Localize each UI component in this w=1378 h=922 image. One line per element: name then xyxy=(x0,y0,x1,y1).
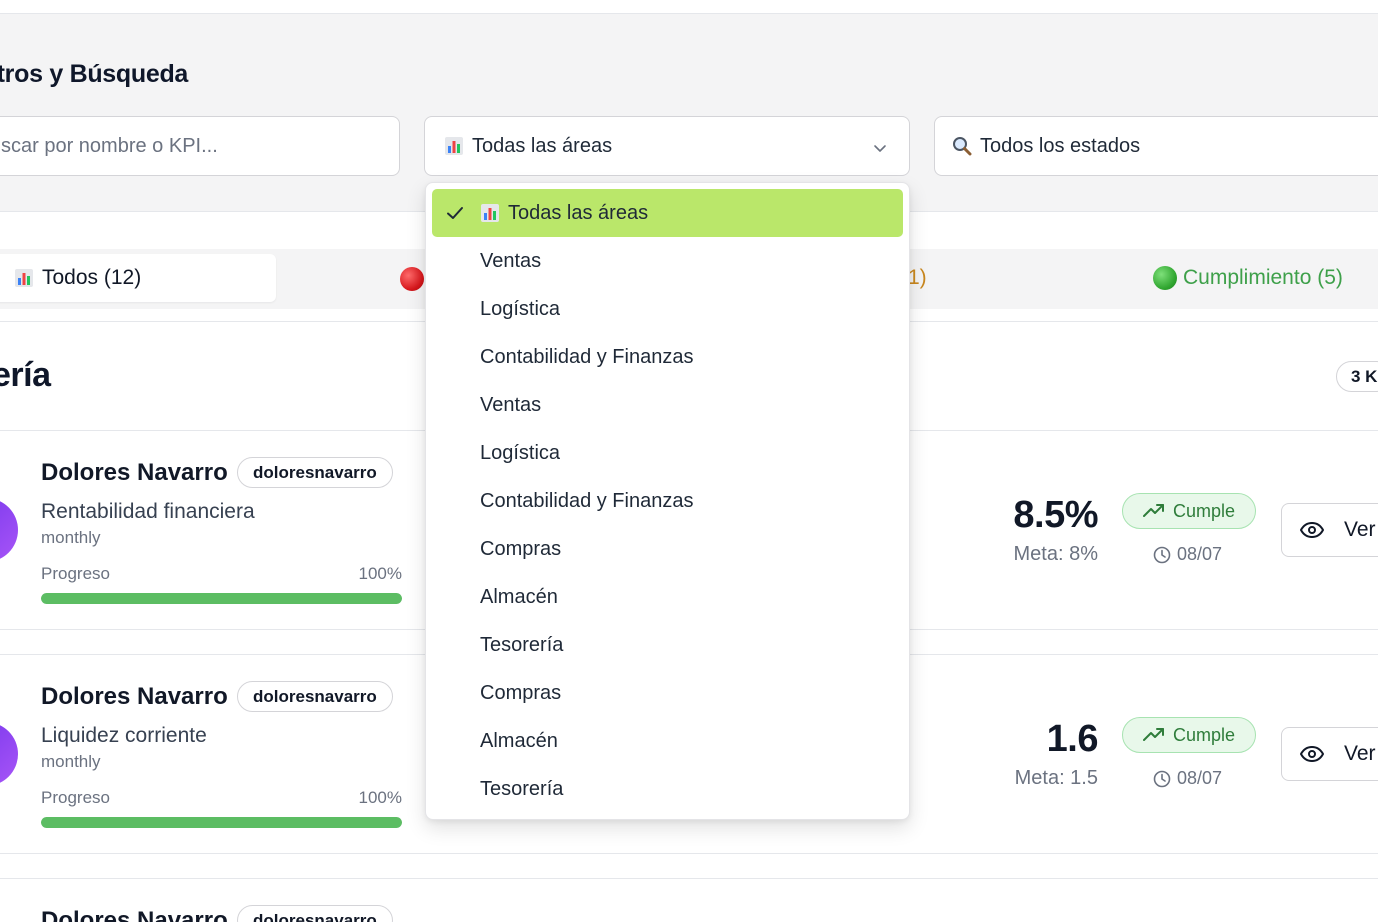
area-option[interactable]: Contabilidad y Finanzas xyxy=(432,333,903,381)
username-badge: doloresnavarro xyxy=(237,905,393,922)
area-option[interactable]: Todas las áreas xyxy=(432,189,903,237)
kpi-frequency: monthly xyxy=(41,752,101,771)
area-option[interactable]: Logística xyxy=(432,429,903,477)
area-option-label: Almacén xyxy=(480,585,558,608)
check-icon xyxy=(447,207,463,219)
progress-label: Progreso xyxy=(41,788,110,807)
status-badge: Cumple xyxy=(1122,493,1257,529)
area-option-label: Tesorería xyxy=(480,633,564,656)
view-button[interactable]: Ver xyxy=(1281,727,1378,781)
kpi-date: 08/07 xyxy=(1153,544,1222,565)
area-option[interactable]: Tesorería xyxy=(432,621,903,669)
search-placeholder: scar por nombre o KPI... xyxy=(1,134,218,157)
progress-label: Progreso xyxy=(41,564,110,583)
kpi-count-badge: 3 K xyxy=(1336,361,1378,392)
area-option-label: Contabilidad y Finanzas xyxy=(480,345,694,368)
progress-bar xyxy=(41,593,402,604)
status-select-value: Todos los estados xyxy=(980,134,1141,157)
green-circle-icon xyxy=(1153,266,1177,290)
area-option-label: Tesorería xyxy=(480,777,564,800)
area-option-label: Logística xyxy=(480,297,561,320)
magnifier-icon xyxy=(953,137,972,156)
bar-chart-icon xyxy=(15,269,33,287)
kpi-date-value: 08/07 xyxy=(1177,768,1223,788)
person-name: Dolores Navarro xyxy=(41,907,228,922)
area-option-label: Compras xyxy=(480,681,562,704)
kpi-meta: Meta: 1.5 xyxy=(1014,767,1098,789)
status-label: Cumple xyxy=(1173,500,1236,521)
area-option-label: Ventas xyxy=(480,393,542,416)
search-input[interactable]: scar por nombre o KPI... xyxy=(0,116,400,176)
tab-cumplimiento[interactable]: Cumplimiento (5) xyxy=(1153,266,1343,290)
username-badge: doloresnavarro xyxy=(237,457,393,488)
chevron-down-icon xyxy=(874,145,886,152)
trending-up-icon xyxy=(1143,728,1164,741)
area-option-label: Almacén xyxy=(480,729,558,752)
area-option-label: Contabilidad y Finanzas xyxy=(480,489,694,512)
progress-fill xyxy=(41,817,402,828)
kpi-value: 8.5% xyxy=(1013,494,1098,536)
area-dropdown-menu: Todas las áreas Ventas Logística Contabilid… xyxy=(425,182,910,820)
area-option[interactable]: Almacén xyxy=(432,573,903,621)
kpi-value: 1.6 xyxy=(1046,718,1099,760)
eye-icon xyxy=(1300,746,1324,762)
status-badge: Cumple xyxy=(1122,717,1257,753)
eye-icon xyxy=(1300,522,1324,538)
red-circle-icon[interactable] xyxy=(400,267,424,291)
area-select[interactable]: Todas las áreas xyxy=(424,116,910,176)
tab-all[interactable]: Todos (12) xyxy=(0,254,276,302)
kpi-frequency: monthly xyxy=(41,528,101,547)
area-option[interactable]: Almacén xyxy=(432,717,903,765)
bar-chart-icon xyxy=(481,204,499,222)
person-name: Dolores Navarro xyxy=(41,683,228,710)
area-option-label: Compras xyxy=(480,537,562,560)
progress-percent: 100% xyxy=(358,564,402,583)
view-button-label: Ver xyxy=(1344,518,1376,541)
username-badge: doloresnavarro xyxy=(237,681,393,712)
kpi-name: Rentabilidad financiera xyxy=(41,500,255,523)
area-option[interactable]: Contabilidad y Finanzas xyxy=(432,477,903,525)
area-option[interactable]: Ventas xyxy=(432,237,903,285)
progress-fill xyxy=(41,593,402,604)
tab-partial-label[interactable]: 1) xyxy=(908,266,927,290)
person-name: Dolores Navarro xyxy=(41,459,228,486)
area-option[interactable]: Ventas xyxy=(432,381,903,429)
area-option-label: Todas las áreas xyxy=(508,201,649,224)
kpi-date: 08/07 xyxy=(1153,768,1222,789)
clock-icon xyxy=(1153,770,1171,787)
kpi-meta: Meta: 8% xyxy=(1013,543,1098,565)
filters-title: ltros y Búsqueda xyxy=(0,60,189,88)
progress-bar xyxy=(41,817,402,828)
section-title: ería xyxy=(0,356,51,394)
clock-icon xyxy=(1153,546,1171,563)
area-option-label: Logística xyxy=(480,441,561,464)
tab-all-label: Todos (12) xyxy=(42,266,142,289)
view-button-label: Ver xyxy=(1344,742,1376,765)
area-option[interactable]: Compras xyxy=(432,525,903,573)
bar-chart-icon xyxy=(445,137,463,155)
trending-up-icon xyxy=(1143,504,1164,517)
area-select-value: Todas las áreas xyxy=(472,134,613,157)
status-select[interactable]: Todos los estados xyxy=(934,116,1378,176)
tab-cumplimiento-label: Cumplimiento (5) xyxy=(1183,266,1343,289)
kpi-name: Liquidez corriente xyxy=(41,724,207,747)
area-option[interactable]: Tesorería xyxy=(432,765,903,813)
area-option[interactable]: Logística xyxy=(432,285,903,333)
status-label: Cumple xyxy=(1173,724,1236,745)
progress-percent: 100% xyxy=(358,788,402,807)
kpi-date-value: 08/07 xyxy=(1177,544,1223,564)
area-option-label: Ventas xyxy=(480,249,542,272)
area-option[interactable]: Compras xyxy=(432,669,903,717)
view-button[interactable]: Ver xyxy=(1281,503,1378,557)
